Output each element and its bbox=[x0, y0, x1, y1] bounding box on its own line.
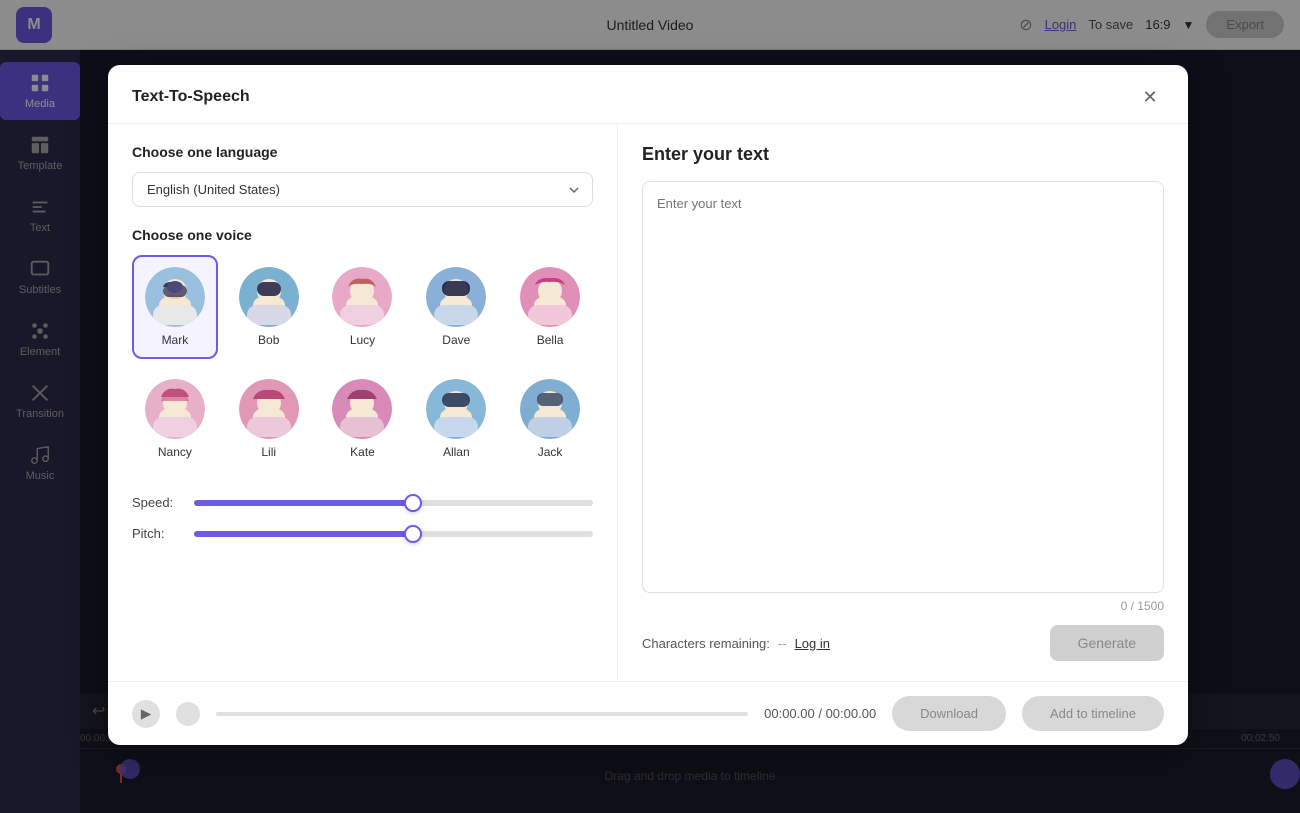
add-to-timeline-button[interactable]: Add to timeline bbox=[1022, 696, 1164, 731]
voice-avatar-lili bbox=[239, 379, 299, 439]
chars-remaining: Characters remaining: -- Log in bbox=[642, 636, 830, 651]
voice-avatar-allan bbox=[426, 379, 486, 439]
tts-modal: Text-To-Speech ✕ Choose one language Eng… bbox=[108, 65, 1188, 745]
voice-item-kate[interactable]: Kate bbox=[320, 367, 406, 471]
voice-avatar-dave bbox=[426, 267, 486, 327]
speed-label: Speed: bbox=[132, 495, 182, 510]
play-button[interactable]: ▶ bbox=[132, 700, 160, 728]
modal-body: Choose one language English (United Stat… bbox=[108, 124, 1188, 681]
download-button[interactable]: Download bbox=[892, 696, 1006, 731]
voice-item-lucy[interactable]: Lucy bbox=[320, 255, 406, 359]
voice-grid: Mark Bob bbox=[132, 255, 593, 471]
text-counter: 0 / 1500 bbox=[642, 599, 1164, 613]
voice-name-mark: Mark bbox=[162, 333, 189, 347]
voice-item-allan[interactable]: Allan bbox=[413, 367, 499, 471]
right-panel: Enter your text 0 / 1500 Characters rema… bbox=[618, 124, 1188, 681]
voice-avatar-bob bbox=[239, 267, 299, 327]
time-display: 00:00.00 / 00:00.00 bbox=[764, 706, 876, 721]
voice-name-dave: Dave bbox=[442, 333, 470, 347]
language-label: Choose one language bbox=[132, 144, 593, 160]
close-button[interactable]: ✕ bbox=[1136, 83, 1164, 111]
pitch-slider-row: Pitch: bbox=[132, 526, 593, 541]
voice-name-nancy: Nancy bbox=[158, 445, 192, 459]
pitch-label: Pitch: bbox=[132, 526, 182, 541]
voice-item-jack[interactable]: Jack bbox=[507, 367, 593, 471]
language-select[interactable]: English (United States) bbox=[132, 172, 593, 207]
voice-avatar-bella bbox=[520, 267, 580, 327]
voice-item-bob[interactable]: Bob bbox=[226, 255, 312, 359]
voice-item-dave[interactable]: Dave bbox=[413, 255, 499, 359]
modal-bottom-row: Characters remaining: -- Log in Generate bbox=[642, 625, 1164, 661]
voice-item-mark[interactable]: Mark bbox=[132, 255, 218, 359]
left-panel: Choose one language English (United Stat… bbox=[108, 124, 618, 681]
modal-title: Text-To-Speech bbox=[132, 88, 250, 106]
progress-circle bbox=[176, 702, 200, 726]
voice-name-lucy: Lucy bbox=[350, 333, 375, 347]
text-input[interactable] bbox=[642, 181, 1164, 593]
voice-name-lili: Lili bbox=[261, 445, 276, 459]
chars-dashes: -- bbox=[778, 636, 787, 651]
generate-button[interactable]: Generate bbox=[1050, 625, 1164, 661]
voice-avatar-jack bbox=[520, 379, 580, 439]
chars-remaining-label: Characters remaining: bbox=[642, 636, 770, 651]
enter-text-title: Enter your text bbox=[642, 144, 1164, 165]
voice-name-bob: Bob bbox=[258, 333, 279, 347]
voice-name-jack: Jack bbox=[538, 445, 563, 459]
voice-item-lili[interactable]: Lili bbox=[226, 367, 312, 471]
voice-name-bella: Bella bbox=[537, 333, 564, 347]
modal-footer: ▶ 00:00.00 / 00:00.00 Download Add to ti… bbox=[108, 681, 1188, 745]
voice-item-bella[interactable]: Bella bbox=[507, 255, 593, 359]
voice-label: Choose one voice bbox=[132, 227, 593, 243]
voice-name-kate: Kate bbox=[350, 445, 375, 459]
log-in-link[interactable]: Log in bbox=[795, 636, 830, 651]
voice-avatar-lucy bbox=[332, 267, 392, 327]
voice-name-allan: Allan bbox=[443, 445, 470, 459]
pitch-slider-track bbox=[194, 531, 593, 537]
voice-avatar-kate bbox=[332, 379, 392, 439]
voice-avatar-mark bbox=[145, 267, 205, 327]
speed-slider-row: Speed: bbox=[132, 495, 593, 510]
modal-header: Text-To-Speech ✕ bbox=[108, 65, 1188, 124]
voice-item-nancy[interactable]: Nancy bbox=[132, 367, 218, 471]
voice-avatar-nancy bbox=[145, 379, 205, 439]
speed-slider-track bbox=[194, 500, 593, 506]
progress-bar[interactable] bbox=[216, 712, 748, 716]
